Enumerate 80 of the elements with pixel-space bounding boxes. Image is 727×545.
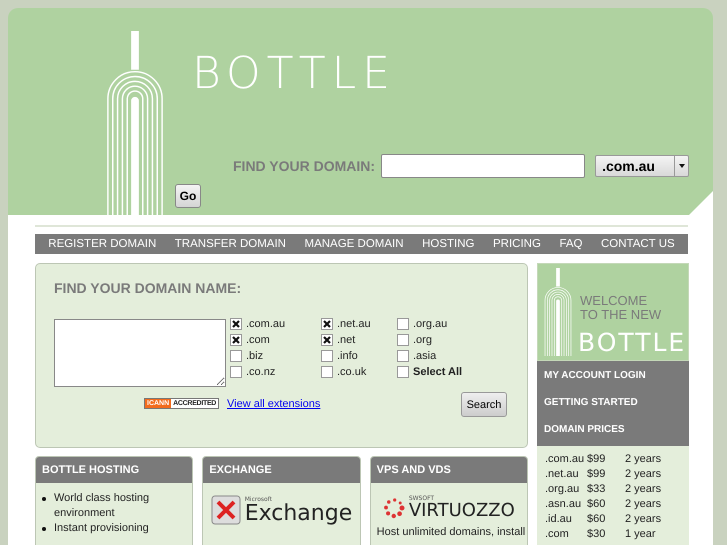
bottle-icon — [544, 268, 572, 356]
nav-link[interactable]: MANAGE DOMAIN — [304, 238, 404, 250]
table-cell-text: $60 — [587, 497, 606, 512]
table-cell-text: .id.au — [545, 512, 573, 527]
card-header: BOTTLE HOSTING — [36, 457, 192, 483]
extensions-link[interactable]: View all extensions — [227, 398, 320, 410]
checkbox-label: .com — [246, 334, 270, 346]
dots-logo-icon — [382, 496, 405, 518]
checkbox-label: .com.au — [246, 318, 286, 330]
nav-link[interactable]: TRANSFER DOMAIN — [174, 238, 286, 250]
checkbox[interactable] — [230, 350, 242, 362]
card-header: EXCHANGE — [203, 457, 360, 483]
virtuozzo-logo-text: VIRTUOZZO — [408, 502, 515, 520]
table-cell-text: .com.au — [545, 452, 586, 467]
search-label: FIND YOUR DOMAIN: — [233, 158, 376, 174]
table-cell-text: 1 year — [625, 527, 657, 542]
checkbox-label: .info — [337, 350, 358, 362]
checkbox-label: .co.nz — [246, 366, 276, 378]
domain-input-field[interactable] — [381, 154, 586, 178]
cross-mark-icon — [232, 336, 240, 344]
checkbox[interactable] — [321, 350, 333, 362]
nav-link[interactable]: REGISTER DOMAIN — [48, 238, 156, 250]
checkbox[interactable] — [230, 318, 242, 330]
panel-title: FIND YOUR DOMAIN NAME: — [54, 280, 242, 296]
checkbox[interactable] — [230, 334, 242, 346]
checkbox-label: .net.au — [337, 318, 371, 330]
caret-icon — [678, 164, 685, 168]
welcome-text: WELCOME TO THE NEW — [580, 294, 662, 322]
logo-text: BOTTLE — [192, 48, 396, 99]
checkbox-label: .asia — [413, 350, 436, 362]
nav-link[interactable]: FAQ — [559, 238, 582, 250]
nav-link[interactable]: HOSTING — [422, 238, 474, 250]
checkbox-label: .org — [413, 334, 432, 346]
extension-dropdown[interactable]: .com.au — [595, 155, 690, 177]
checkbox[interactable] — [397, 334, 409, 346]
table-cell-text: 2 years — [625, 452, 662, 467]
table-cell-text: $33 — [587, 482, 606, 497]
cross-mark-icon — [323, 336, 331, 344]
sidebar-link[interactable]: GETTING STARTED — [537, 390, 689, 417]
cross-mark-icon — [323, 320, 331, 328]
sidebar-link[interactable]: DOMAIN PRICES — [537, 417, 689, 444]
checkbox-label: .co.uk — [337, 366, 366, 378]
checkbox-label: .net — [337, 334, 356, 346]
list-item: World class hosting environment — [54, 491, 150, 521]
table-cell-text: .com — [545, 527, 570, 542]
checkbox[interactable] — [321, 334, 333, 346]
bullet-icon — [42, 527, 46, 531]
list-item: Instant provisioning — [54, 521, 149, 536]
table-cell-text: $60 — [587, 512, 606, 527]
checkbox[interactable] — [397, 350, 409, 362]
table-cell-text: .asn.au — [545, 497, 582, 512]
checkbox[interactable] — [230, 366, 242, 378]
card-header: VPS AND VDS — [370, 457, 527, 483]
table-cell-text: $99 — [587, 452, 606, 467]
exchange-logo-text: Exchange — [244, 502, 352, 524]
banner-logo-text: BOTTLE — [578, 328, 686, 357]
card-text: Host unlimited domains, install — [376, 525, 526, 540]
search-button[interactable]: Search — [461, 392, 507, 417]
table-cell-text: 2 years — [625, 482, 662, 497]
checkbox[interactable] — [321, 318, 333, 330]
checkbox-label: .biz — [246, 350, 264, 362]
table-cell-text: 2 years — [625, 467, 662, 482]
table-cell-text: 2 years — [625, 512, 662, 527]
table-cell-text: $30 — [587, 527, 606, 542]
go-button[interactable]: Go — [175, 184, 201, 208]
sidebar-link[interactable]: MY ACCOUNT LOGIN — [537, 363, 689, 390]
table-cell-text: .org.au — [545, 482, 580, 497]
exchange-logo-icon — [210, 495, 241, 525]
checkbox-label: Select All — [413, 366, 462, 378]
nav-link[interactable]: PRICING — [492, 238, 541, 250]
checkbox[interactable] — [321, 366, 333, 378]
checkbox-label: .org.au — [413, 318, 448, 330]
checkbox[interactable] — [397, 318, 409, 330]
table-cell-text: .net.au — [545, 467, 580, 482]
table-cell-text: 2 years — [625, 497, 662, 512]
cross-mark-icon — [232, 320, 240, 328]
table-cell-text: $99 — [587, 467, 606, 482]
checkbox[interactable] — [397, 366, 409, 378]
bullet-icon — [42, 497, 46, 501]
nav-link[interactable]: CONTACT US — [600, 238, 675, 250]
